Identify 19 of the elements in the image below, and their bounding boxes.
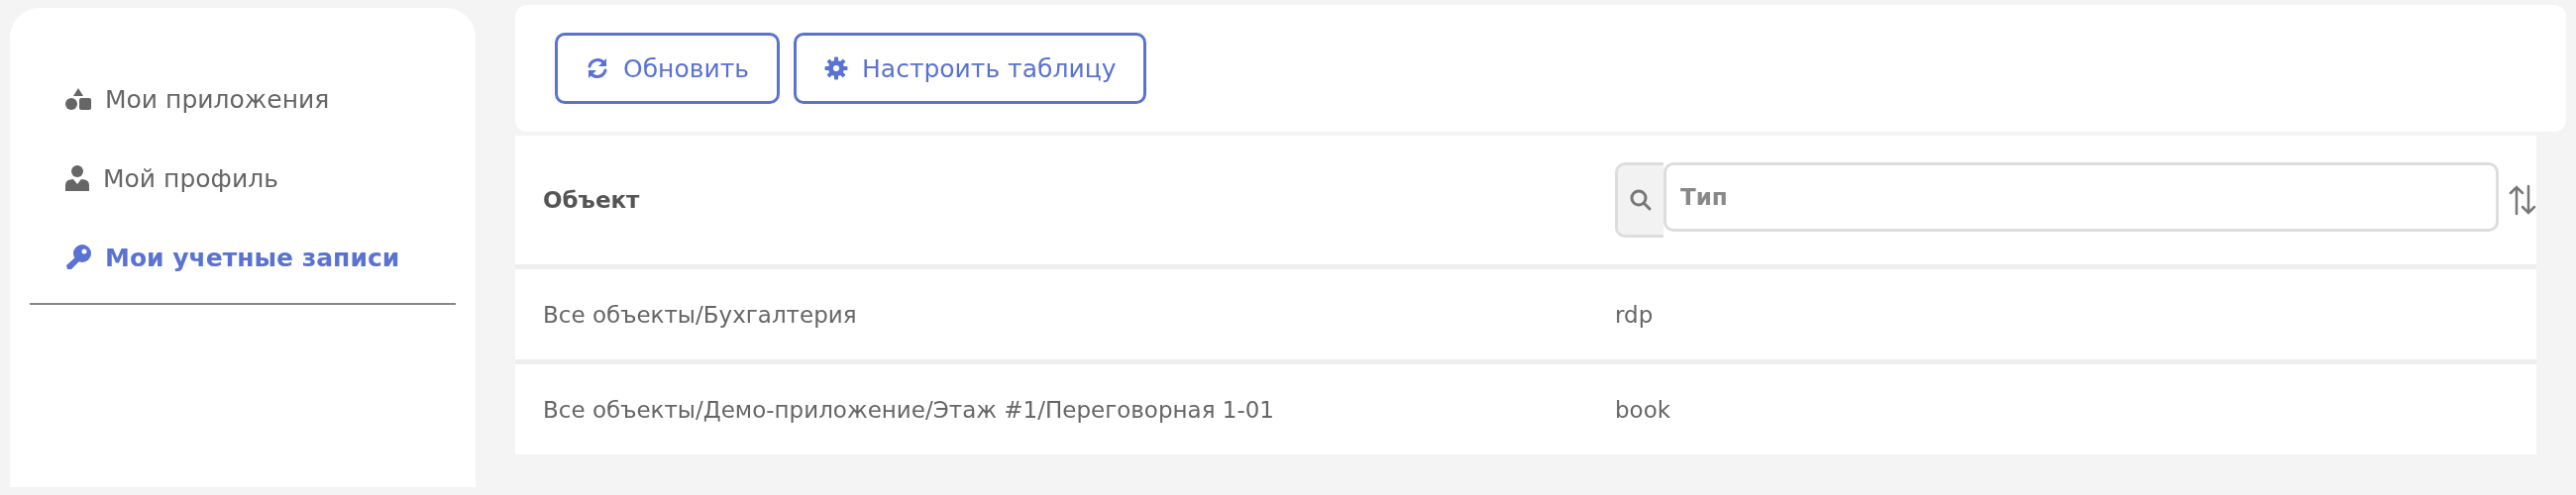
filter-field[interactable]: Тип [1664,162,2499,232]
key-icon [65,245,91,270]
gear-icon [824,56,848,80]
table-cell-text: rdp [1615,301,1655,328]
sidebar-item[interactable]: Мои приложения [30,59,456,139]
column-header: Объект [543,187,641,213]
user-icon [65,165,89,191]
search-icon [1629,188,1653,212]
gear-button[interactable]: Настроить таблицу [794,33,1147,104]
sidebar-item[interactable]: Мои учетные записи [30,218,456,297]
search-icon-box[interactable] [1615,162,1664,238]
sort-icon[interactable] [2509,184,2536,216]
table-cell-text: book [1615,396,1672,423]
table-cell-text: Все объекты/Бухгалтерия [543,301,858,328]
shapes-icon [65,86,91,112]
table-cell-text: Все объекты/Демо-приложение/Этаж #1/Переговорная 1-01 [543,396,1275,423]
refresh-button[interactable]: Обновить [555,33,780,104]
sidebar-item[interactable]: Мой профиль [30,139,456,218]
refresh-icon [586,56,609,80]
